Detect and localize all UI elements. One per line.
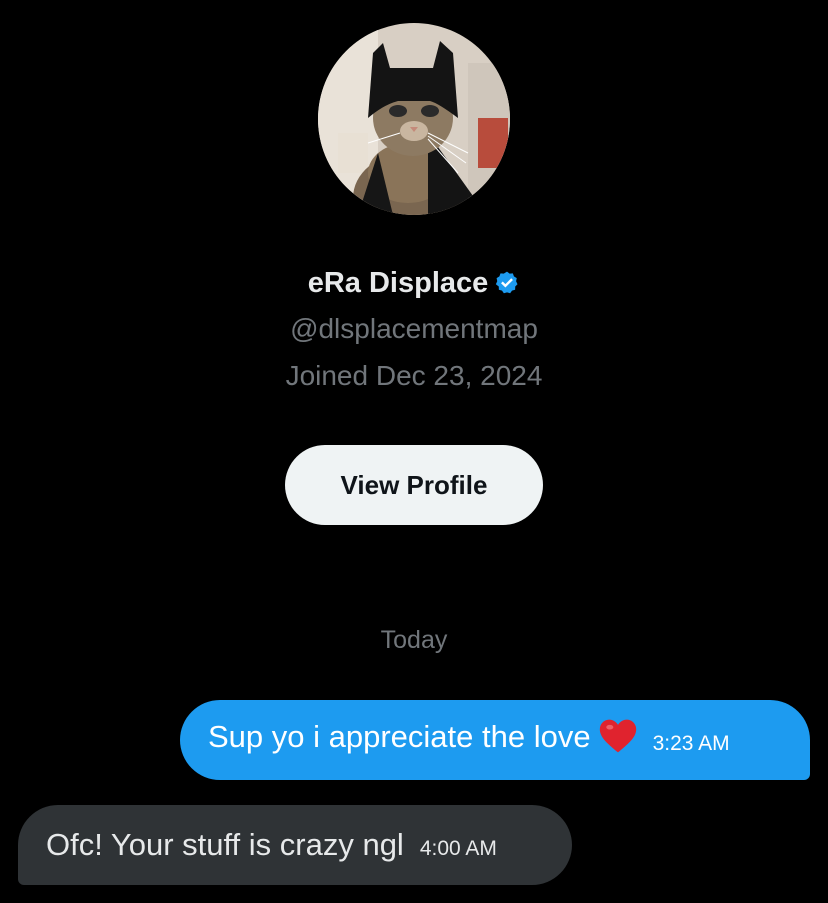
profile-handle: @dlsplacementmap bbox=[290, 313, 538, 344]
profile-joined-date: Joined Dec 23, 2024 bbox=[285, 360, 543, 391]
profile-avatar[interactable] bbox=[318, 23, 510, 215]
red-heart-icon bbox=[599, 719, 637, 762]
profile-name-row: eRa Displace bbox=[0, 264, 828, 306]
profile-display-name: eRa Displace bbox=[307, 267, 489, 299]
date-divider: Today bbox=[380, 626, 448, 654]
cat-batman-avatar-icon bbox=[318, 23, 510, 215]
sent-message-bubble[interactable]: Sup yo i appreciate the love 3:23 AM bbox=[180, 700, 810, 780]
received-message-bubble[interactable]: Ofc! Your stuff is crazy ngl 4:00 AM bbox=[18, 805, 572, 885]
sent-message-text: Sup yo i appreciate the love bbox=[208, 718, 637, 762]
received-message-time: 4:00 AM bbox=[419, 837, 497, 860]
received-message-text: Ofc! Your stuff is crazy ngl bbox=[46, 827, 404, 862]
sent-message-body: Sup yo i appreciate the love bbox=[208, 719, 591, 754]
verified-badge-icon bbox=[494, 268, 520, 306]
sent-message-time: 3:23 AM bbox=[652, 732, 730, 755]
view-profile-button[interactable]: View Profile bbox=[285, 445, 543, 525]
